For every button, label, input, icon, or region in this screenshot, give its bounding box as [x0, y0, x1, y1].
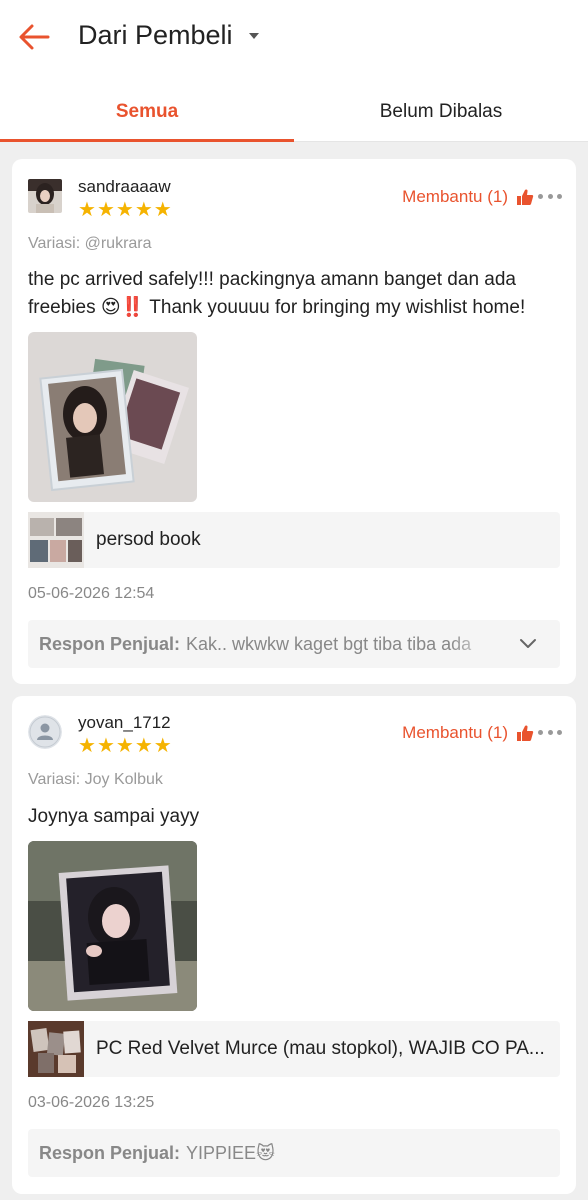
star-icon: ★ [134, 735, 153, 757]
back-arrow-icon[interactable] [14, 18, 54, 58]
review-photo[interactable] [28, 841, 197, 1011]
helpful-button[interactable]: Membantu (1) [402, 187, 534, 207]
review-timestamp: 03-06-2026 13:25 [28, 1094, 155, 1111]
product-name: PC Red Velvet Murce (mau stopkol), WAJIB… [96, 1038, 545, 1059]
helpful-label: Membantu (1) [402, 723, 508, 742]
seller-response[interactable]: Respon Penjual: Kak.. wkwkw kaget bgt ti… [28, 620, 560, 668]
seller-response-label: Respon Penjual: [39, 633, 181, 654]
tab-belum-dibalas[interactable]: Belum Dibalas [294, 86, 588, 141]
variation-text: Variasi: @rukrara [28, 235, 152, 252]
more-options-icon[interactable] [538, 194, 562, 199]
reviewer-username[interactable]: yovan_1712 [78, 713, 171, 733]
product-thumbnail [28, 1021, 84, 1077]
top-bar: Dari Pembeli Semua Belum Dibalas [0, 0, 588, 142]
reviewer-username[interactable]: sandraaaaw [78, 177, 171, 197]
page-title-dropdown[interactable]: Dari Pembeli [78, 20, 259, 51]
chevron-down-icon[interactable] [518, 634, 538, 654]
caret-down-icon [248, 32, 259, 39]
star-icon: ★ [96, 735, 115, 757]
star-icon: ★ [153, 199, 172, 221]
review-comment: the pc arrived safely!!! packingnya aman… [28, 269, 526, 318]
star-rating: ★ ★ ★ ★ ★ [78, 736, 172, 756]
seller-response-text: Kak.. wkwkw kaget bgt tiba tiba ada [186, 633, 472, 654]
review-card: yovan_1712 ★ ★ ★ ★ ★ Membantu (1) Varias… [12, 696, 576, 1194]
review-photo[interactable] [28, 332, 197, 502]
product-name: persod book [96, 529, 201, 550]
product-thumbnail [28, 512, 84, 568]
avatar[interactable] [28, 715, 62, 749]
helpful-button[interactable]: Membantu (1) [402, 723, 534, 743]
helpful-label: Membantu (1) [402, 187, 508, 206]
product-link[interactable]: PC Red Velvet Murce (mau stopkol), WAJIB… [28, 1021, 560, 1077]
star-icon: ★ [78, 199, 96, 221]
tab-bar: Semua Belum Dibalas [0, 86, 588, 142]
star-rating: ★ ★ ★ ★ ★ [78, 200, 172, 220]
star-icon: ★ [115, 199, 134, 221]
variation-text: Variasi: Joy Kolbuk [28, 771, 163, 788]
review-card: sandraaaaw ★ ★ ★ ★ ★ Membantu (1) Varias… [12, 159, 576, 684]
review-timestamp: 05-06-2026 12:54 [28, 585, 155, 602]
star-icon: ★ [153, 735, 172, 757]
star-icon: ★ [134, 199, 153, 221]
seller-response-label: Respon Penjual: [39, 1142, 181, 1163]
star-icon: ★ [78, 735, 96, 757]
star-icon: ★ [115, 735, 134, 757]
seller-response[interactable]: Respon Penjual: YIPPIEE😻 [28, 1129, 560, 1177]
thumbs-up-icon [517, 725, 534, 741]
page-title: Dari Pembeli [78, 20, 233, 50]
avatar[interactable] [28, 179, 62, 213]
product-link[interactable]: persod book [28, 512, 560, 568]
star-icon: ★ [96, 199, 115, 221]
thumbs-up-icon [517, 189, 534, 205]
more-options-icon[interactable] [538, 730, 562, 735]
review-comment: Joynya sampai yayy [28, 806, 200, 827]
seller-response-text: YIPPIEE😻 [186, 1142, 275, 1163]
tab-semua[interactable]: Semua [0, 86, 294, 142]
